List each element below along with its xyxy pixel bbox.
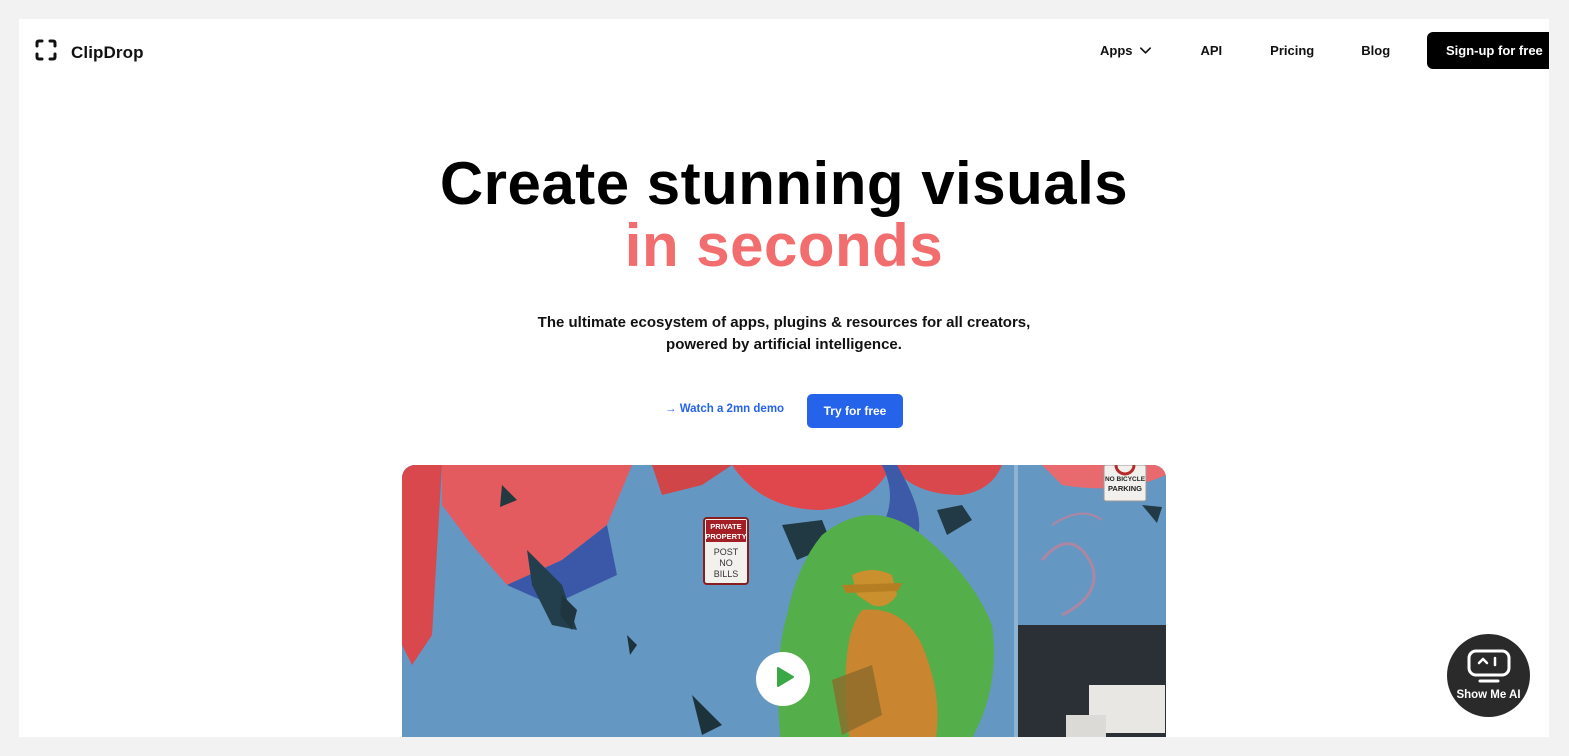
- sign-private-4: NO: [719, 558, 733, 568]
- hero-subtitle-line1: The ultimate ecosystem of apps, plugins …: [537, 314, 1031, 331]
- watch-demo-link[interactable]: → Watch a 2mn demo: [665, 403, 784, 415]
- hero-title: Create stunning visuals in seconds: [19, 153, 1549, 277]
- demo-video[interactable]: PRIVATE PROPERTY POST NO BILLS NO BICYCL…: [402, 465, 1166, 737]
- hero-title-line2: in seconds: [624, 212, 944, 279]
- nav-apps[interactable]: Apps: [1100, 43, 1152, 58]
- chevron-down-icon: [1139, 44, 1152, 57]
- hero-title-line1: Create stunning visuals: [439, 150, 1129, 217]
- brand-logo[interactable]: ClipDrop: [35, 39, 144, 66]
- main-nav: Apps API Pricing Blog: [1100, 43, 1390, 58]
- sign-private-3: POST: [714, 547, 739, 557]
- nav-pricing[interactable]: Pricing: [1270, 43, 1314, 58]
- show-me-ai-widget[interactable]: Show Me AI: [1447, 634, 1530, 717]
- sign-private-5: BILLS: [714, 569, 739, 579]
- widget-label: Show Me AI: [1456, 689, 1521, 701]
- nav-blog[interactable]: Blog: [1361, 43, 1390, 58]
- signup-button[interactable]: Sign-up for free: [1427, 32, 1549, 69]
- play-button[interactable]: [756, 652, 810, 706]
- play-icon: [770, 666, 796, 693]
- sign-private-2: PROPERTY: [705, 532, 746, 541]
- nav-apps-label: Apps: [1100, 43, 1133, 58]
- hero-subtitle: The ultimate ecosystem of apps, plugins …: [19, 312, 1549, 356]
- brand-name: ClipDrop: [71, 42, 144, 62]
- sign-private-1: PRIVATE: [710, 522, 741, 531]
- page: ClipDrop Apps API Pricing Blog Sign-up f…: [19, 19, 1549, 737]
- clipdrop-logo-icon: [35, 39, 57, 66]
- sign-bicycle-1: NO BICYCLE: [1105, 476, 1146, 483]
- try-for-free-button[interactable]: Try for free: [807, 394, 903, 428]
- nav-api[interactable]: API: [1201, 43, 1223, 58]
- hero-subtitle-line2: powered by artificial intelligence.: [666, 336, 902, 353]
- sign-bicycle-2: PARKING: [1108, 484, 1142, 493]
